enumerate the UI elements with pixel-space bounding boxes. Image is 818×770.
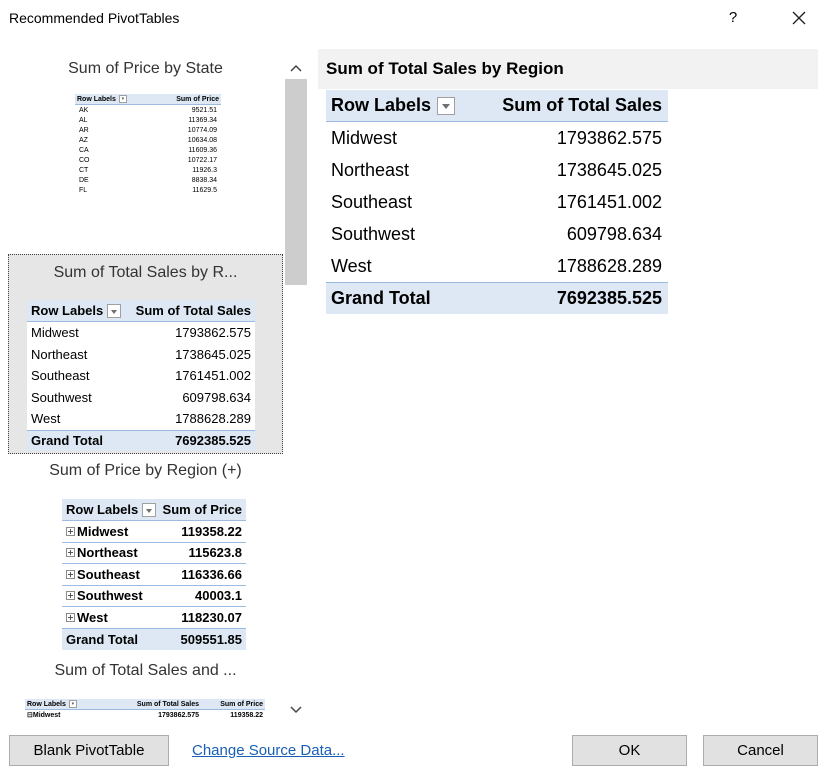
pivot-row: AZ 10634.08 [79, 136, 217, 144]
pivot-row: AK 9521.51 [79, 106, 217, 114]
expand-icon [66, 548, 75, 558]
pivot-header-row: Row Labels ▾ Sum of Total Sales Sum of Pr… [25, 699, 265, 710]
close-icon [792, 11, 806, 25]
pivot-row: Southeast 116336.66 [62, 564, 246, 586]
filter-dropdown-icon: ▾ [68, 700, 77, 708]
recommendation-card-total-sales-and-price[interactable]: Sum of Total Sales and ... Row Labels ▾ S… [8, 654, 283, 727]
pivot-row: DE 8838.34 [79, 176, 217, 184]
card-title: Sum of Total Sales and ... [54, 662, 237, 679]
card-pivot-preview: Row Labels Sum of Total Sales Midwest 179… [27, 300, 255, 451]
pivot-header-row: Row Labels Sum of Total Sales [27, 300, 255, 322]
pivot-row: FL 11629.5 [79, 186, 217, 194]
pivot-row: AL 11369.34 [79, 116, 217, 124]
list-scrollbar[interactable] [283, 49, 309, 727]
preview-pivot-table: Row Labels Sum of Total Sales Midwest 179… [326, 90, 668, 314]
pivot-row: Southwest 40003.1 [62, 586, 246, 607]
filter-dropdown-icon [142, 502, 157, 517]
pivot-row: Midwest 119358.22 [62, 521, 246, 543]
recommendation-card-price-by-region[interactable]: Sum of Price by Region (+) Row Labels Su… [8, 454, 283, 654]
scroll-down-button[interactable] [283, 697, 309, 723]
header-value: Sum of Total Sales [502, 95, 662, 115]
card-pivot-preview: Row Labels ▾ Sum of Total Sales Sum of Pr… [25, 699, 265, 720]
pivot-row: West 118230.07 [62, 607, 246, 629]
pivot-row: Southeast 1761451.002 [31, 368, 251, 384]
pivot-row: CO 10722.17 [79, 156, 217, 164]
expand-icon [66, 591, 75, 601]
filter-dropdown-icon: ▾ [118, 95, 127, 103]
preview-title: Sum of Total Sales by Region [318, 49, 818, 89]
filter-dropdown-icon [107, 303, 122, 318]
blank-pivottable-button[interactable]: Blank PivotTable [9, 735, 169, 766]
scroll-thumb[interactable] [285, 79, 307, 285]
scroll-up-button[interactable] [283, 55, 309, 81]
header-value: Sum of Total Sales [135, 303, 251, 318]
card-title: Sum of Price by State [68, 60, 223, 77]
title-bar: Recommended PivotTables ? [0, 0, 818, 38]
pivot-row: CT 11926.3 [79, 166, 217, 174]
pivot-row: Midwest 1793862.575 [331, 127, 662, 148]
pivot-header-row: Row Labels ▾ Sum of Price [75, 94, 221, 105]
card-pivot-preview: Row Labels Sum of Price Midwest 119358.22… [62, 499, 246, 650]
pivot-row: ⊟Midwest 1793862.575 119358.22 [27, 711, 263, 720]
header-value: Sum of Price [162, 502, 242, 517]
recommendation-card-price-by-state[interactable]: Sum of Price by State Row Labels ▾ Sum of… [8, 49, 283, 254]
pivot-header-row: Row Labels Sum of Price [62, 499, 246, 521]
pivot-row: Northeast 115623.8 [62, 543, 246, 564]
header-row-labels: Row Labels [66, 502, 139, 517]
pivot-grand-total-row: Grand Total 509551.85 [62, 628, 246, 650]
pivot-row: Southwest 609798.634 [31, 389, 251, 405]
expand-icon [66, 612, 75, 622]
ok-button[interactable]: OK [572, 735, 687, 766]
filter-dropdown-icon [437, 96, 456, 115]
header-row-labels: Row Labels [331, 95, 432, 115]
chevron-up-icon [290, 64, 302, 72]
header-value: Sum of Price [176, 95, 219, 103]
chevron-down-icon [290, 706, 302, 714]
recommendations-list[interactable]: Sum of Price by State Row Labels ▾ Sum of… [8, 49, 309, 727]
pivot-header-row: Row Labels Sum of Total Sales [326, 90, 668, 122]
pivot-row: Northeast 1738645.025 [31, 346, 251, 362]
expand-icon [66, 569, 75, 579]
pivot-preview-pane: Sum of Total Sales by Region Row Labels … [318, 49, 818, 727]
pivot-row: Southwest 609798.634 [331, 223, 662, 244]
close-button[interactable] [785, 4, 813, 32]
pivot-row: AR 10774.09 [79, 126, 217, 134]
card-pivot-preview: Row Labels ▾ Sum of Price AK 9521.51 AL 113… [75, 94, 221, 195]
pivot-row: West 1788628.289 [31, 411, 251, 427]
card-title: Sum of Total Sales by R... [53, 264, 238, 281]
card-title: Sum of Price by Region (+) [49, 462, 242, 479]
dialog-title: Recommended PivotTables [9, 10, 180, 26]
help-button[interactable]: ? [722, 6, 744, 30]
pivot-row: Southeast 1761451.002 [331, 191, 662, 212]
pivot-row: Northeast 1738645.025 [331, 159, 662, 180]
header-row-labels: Row Labels [77, 95, 116, 103]
header-value: Sum of Total Sales [136, 700, 199, 708]
pivot-row: Midwest 1793862.575 [31, 325, 251, 341]
change-source-data-link[interactable]: Change Source Data... [192, 742, 345, 759]
header-row-labels: Row Labels [31, 303, 104, 318]
pivot-row: West 1788628.289 [331, 255, 662, 276]
header-value: Sum of Price [220, 700, 263, 708]
header-row-labels: Row Labels [27, 700, 66, 708]
expand-icon [66, 526, 75, 536]
recommendation-card-total-sales-by-region[interactable]: Sum of Total Sales by R... Row Labels Su… [8, 254, 283, 454]
pivot-grand-total-row: Grand Total 7692385.525 [27, 429, 255, 451]
recommendations-scroll-area: Sum of Price by State Row Labels ▾ Sum of… [8, 49, 283, 727]
pivot-grand-total-row: Grand Total 7692385.525 [326, 282, 668, 314]
cancel-button[interactable]: Cancel [703, 735, 818, 766]
pivot-row: CA 11609.36 [79, 146, 217, 154]
